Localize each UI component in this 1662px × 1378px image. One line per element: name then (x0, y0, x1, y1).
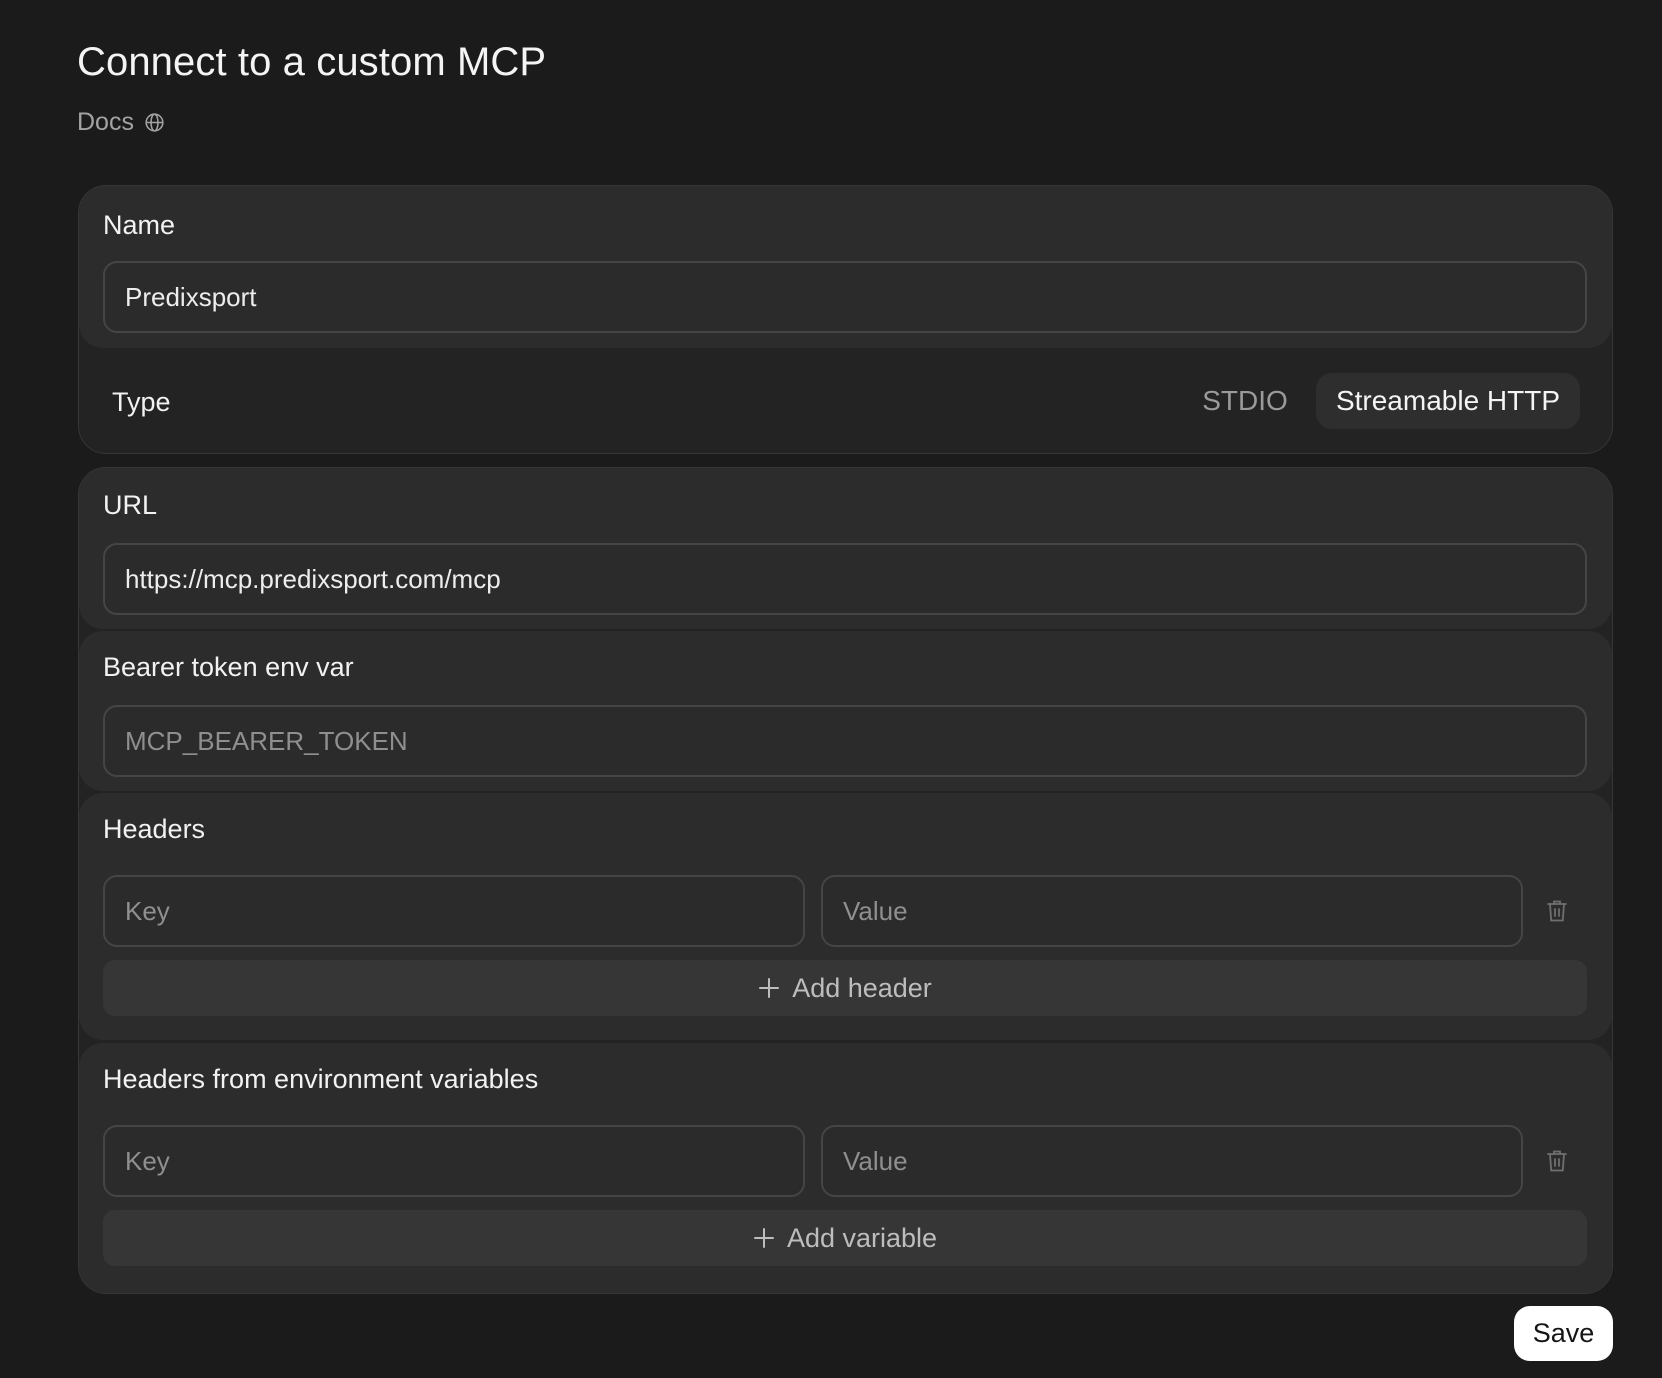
page-title: Connect to a custom MCP (77, 40, 547, 84)
url-label: URL (103, 490, 158, 520)
plus-icon (753, 1227, 775, 1249)
trash-icon[interactable] (1539, 893, 1575, 929)
headers-label: Headers (103, 814, 206, 844)
header-value-input[interactable] (821, 875, 1523, 947)
name-type-card: Name Type STDIO Streamable HTTP (78, 185, 1613, 454)
headers-section: Headers Add header (79, 793, 1612, 1040)
docs-label: Docs (77, 108, 134, 136)
header-key-input[interactable] (103, 875, 805, 947)
type-row: Type STDIO Streamable HTTP (79, 349, 1612, 453)
env-headers-label: Headers from environment variables (103, 1064, 539, 1094)
env-headers-section: Headers from environment variables Add v… (79, 1043, 1612, 1293)
name-input[interactable] (103, 261, 1587, 333)
globe-icon (144, 112, 165, 133)
type-option-streamable-http[interactable]: Streamable HTTP (1316, 373, 1580, 429)
add-header-button[interactable]: Add header (103, 960, 1587, 1016)
env-header-value-input[interactable] (821, 1125, 1523, 1197)
connection-card: URL Bearer token env var Headers (78, 467, 1613, 1294)
type-label: Type (112, 387, 171, 417)
save-button[interactable]: Save (1514, 1306, 1613, 1361)
docs-link[interactable]: Docs (77, 108, 165, 137)
bearer-label: Bearer token env var (103, 652, 354, 682)
env-header-key-input[interactable] (103, 1125, 805, 1197)
trash-icon[interactable] (1539, 1143, 1575, 1179)
plus-icon (758, 977, 780, 999)
bearer-token-input[interactable] (103, 705, 1587, 777)
url-section: URL (79, 468, 1612, 629)
url-input[interactable] (103, 543, 1587, 615)
add-variable-label: Add variable (786, 1222, 938, 1253)
bearer-section: Bearer token env var (79, 631, 1612, 791)
add-header-label: Add header (792, 972, 932, 1003)
type-option-stdio[interactable]: STDIO (1190, 373, 1300, 429)
name-section: Name (79, 186, 1612, 348)
add-variable-button[interactable]: Add variable (103, 1210, 1587, 1266)
name-label: Name (103, 210, 176, 240)
